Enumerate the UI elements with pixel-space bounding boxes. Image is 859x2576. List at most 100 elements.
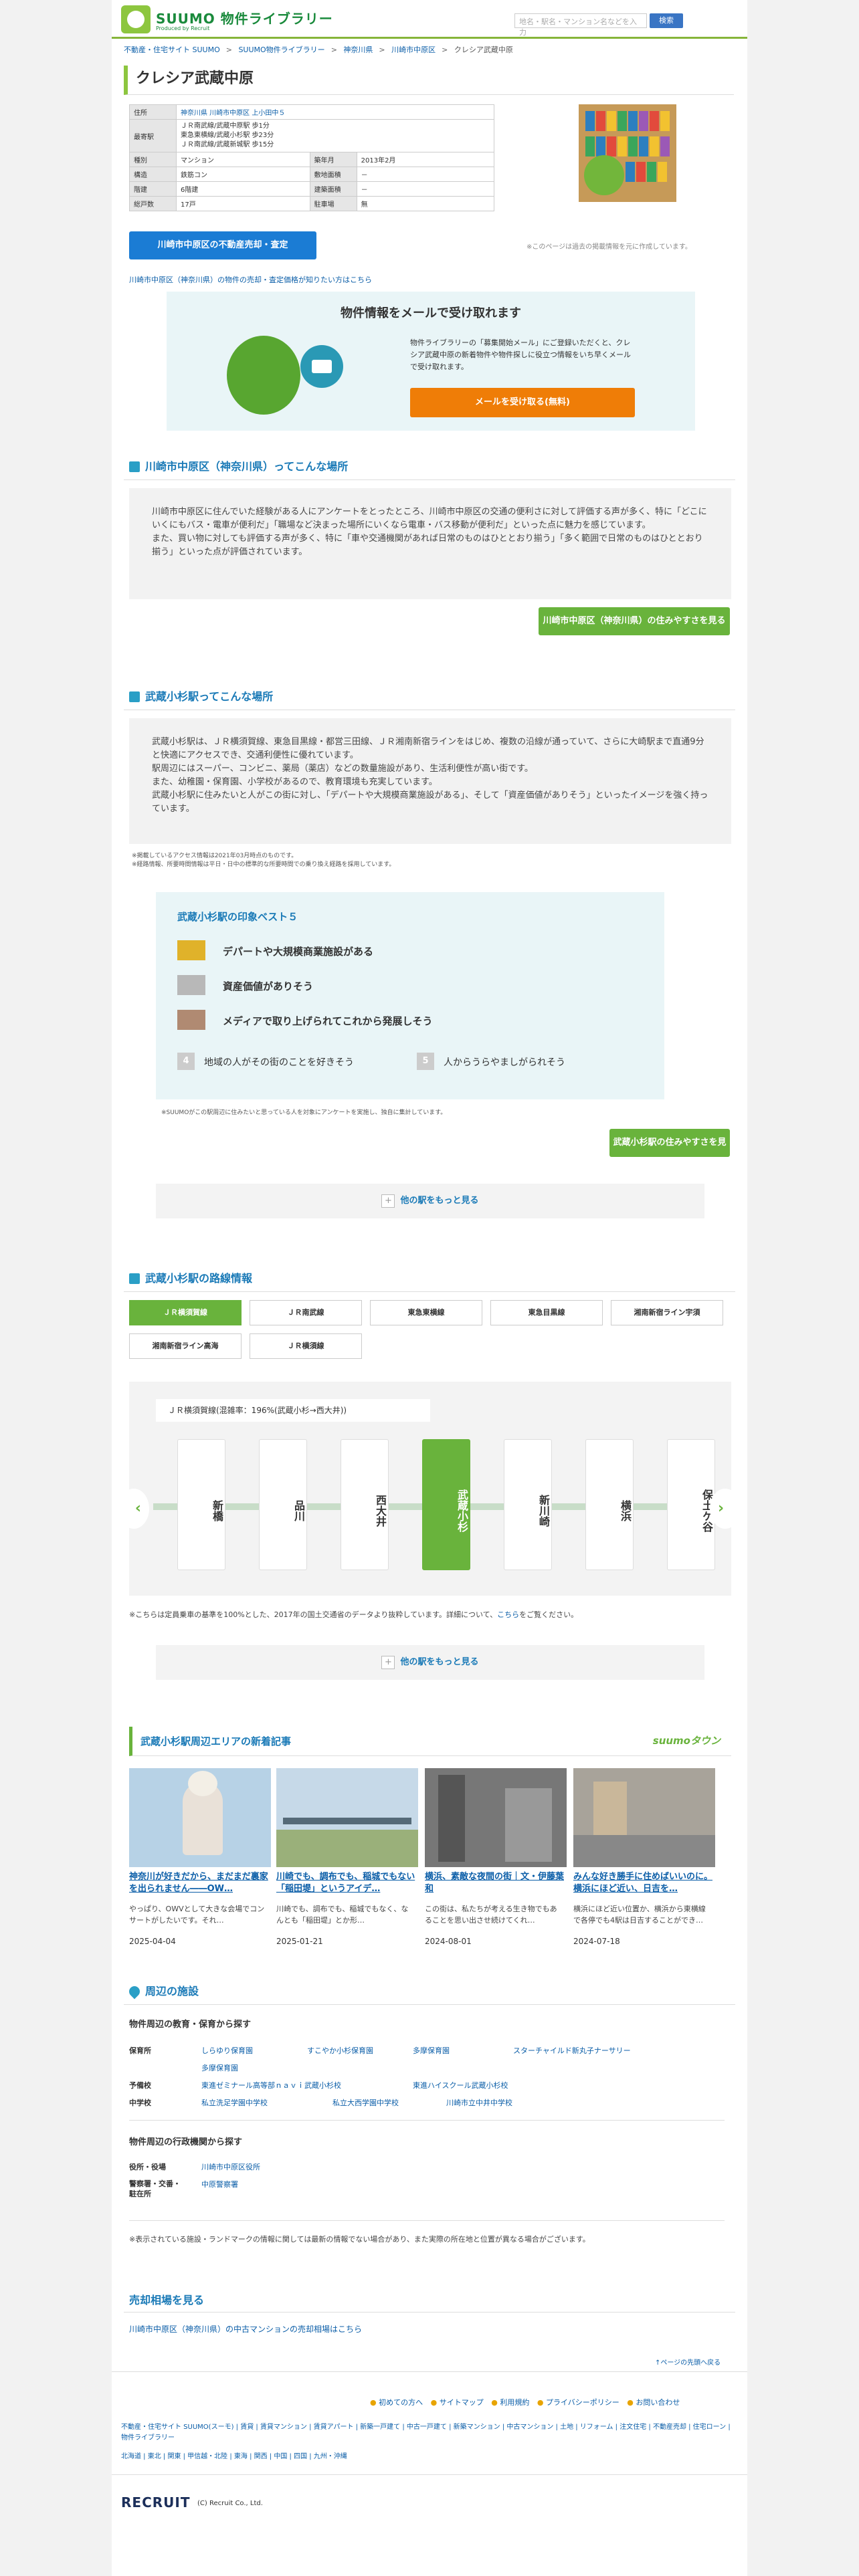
station-paragraph: 駅周辺にはスーパー、コンビニ、薬局（薬店）などの数量施設があり、生活利便性が高い… [152, 764, 533, 774]
breadcrumb-link[interactable]: 神奈川県 [343, 45, 373, 54]
footer-site-links[interactable]: 不動産・住宅サイト SUUMO(スーモ) | 賃貸 | 賃貸マンション | 賃貸… [121, 2422, 737, 2444]
train-icon [129, 691, 140, 702]
address-link[interactable]: 神奈川県 川崎市中原区 上小田中５ [181, 110, 285, 117]
sell-appraisal-button[interactable]: 川崎市中原区の不動産売却・査定 [129, 231, 316, 259]
site-logo-text[interactable]: SUUMO 物件ライブラリー [156, 8, 333, 27]
note-text: ※こちらは定員乗車の基準を100%とした、2017年の国土交通省のデータより抜粋… [129, 1610, 498, 1619]
rank-number: 4 [177, 1053, 195, 1070]
footer-nav-link[interactable]: 利用規約 [500, 2398, 529, 2407]
congestion-detail-link[interactable]: こちら [497, 1610, 519, 1619]
facility-link[interactable]: スターチャイルド新丸子ナーサリー [513, 2045, 631, 2056]
ranking-item: 地域の人がその街のことを好きそう [204, 1057, 354, 1068]
station-card[interactable]: 保土ケ谷 [667, 1439, 715, 1570]
mail-description: 物件ライブラリーの「募集開始メール」にご登録いただくと、クレシア武蔵中原の新着物… [410, 338, 631, 371]
section-title: 武蔵小杉駅の路線情報 [145, 1272, 253, 1285]
facility-link[interactable]: 東進ゼミナール高等部ｎａｖｉ武蔵小杉校 [201, 2080, 341, 2090]
ranking-item: メディアで取り上げられてこれから発展しそう [223, 1015, 433, 1027]
access-note: ※掲載しているアクセス情報は2021年03月時点のものです。 [132, 853, 298, 859]
footer-nav-link[interactable]: サイトマップ [440, 2398, 484, 2407]
bullet-icon: ● [491, 2398, 500, 2407]
recruit-logo[interactable]: RECRUIT [121, 2494, 190, 2510]
article-title-link[interactable]: 横浜、素敵な夜間の街｜文・伊藤葉和 [425, 1871, 564, 1895]
chevron-right-icon[interactable]: › [710, 1489, 741, 1529]
station-paragraph: 武蔵小杉駅は、ＪＲ横須賀線、東急目黒線・都営三田線、ＪＲ湘南新宿ラインをはじめ、… [152, 737, 704, 760]
lines-section-heading: 武蔵小杉駅の路線情報 [124, 1265, 735, 1292]
mail-subscribe-button[interactable]: メールを受け取る(無料) [410, 388, 635, 417]
station-paragraph: 武蔵小杉駅に住みたいと人がこの街に対し、「デパートや大規模商業施設がある」、そし… [152, 790, 708, 814]
facility-link[interactable]: しらゆり保育園 [201, 2045, 253, 2056]
station-card[interactable]: 西大井 [341, 1439, 389, 1570]
station-card[interactable]: 新川崎 [504, 1439, 552, 1570]
facility-link[interactable]: 東進ハイスクール武蔵小杉校 [413, 2080, 508, 2090]
chevron-left-icon[interactable]: ‹ [118, 1489, 149, 1529]
search-button[interactable]: 検索 [650, 13, 683, 28]
line-tab[interactable]: 東急東横線 [370, 1300, 482, 1325]
facility-link[interactable]: 多摩保育園 [201, 2062, 238, 2073]
facility-link[interactable]: 私立大西学園中学校 [332, 2097, 399, 2108]
info-label: 総戸数 [129, 196, 177, 211]
section-title: 周辺の施設 [145, 1985, 199, 1998]
note-text: をご覧ください。 [519, 1610, 579, 1619]
facility-link[interactable]: 多摩保育園 [413, 2045, 450, 2056]
station-card-active[interactable]: 武蔵小杉 [422, 1439, 470, 1570]
breadcrumb: 不動産・住宅サイト SUUMO > SUUMO物件ライブラリー > 神奈川県 > 川崎… [124, 45, 513, 54]
info-value: － [356, 181, 495, 197]
area-section-heading: 川崎市中原区（神奈川県）ってこんな場所 [124, 453, 735, 480]
facility-category: 予備校 [129, 2081, 151, 2090]
info-label: 構造 [129, 167, 177, 182]
facility-category: 役所・役場 [129, 2163, 166, 2171]
line-tab[interactable]: ＪＲ横須賀線 [129, 1300, 242, 1325]
station-card[interactable]: 新橋 [177, 1439, 225, 1570]
facility-link[interactable]: すこやか小杉保育園 [307, 2045, 373, 2056]
line-tab[interactable]: 湘南新宿ライン高海 [129, 1333, 242, 1359]
article-date: 2024-07-18 [573, 1937, 620, 1946]
search-input[interactable]: 地名・駅名・マンション名などを入力 [514, 13, 647, 37]
ranking-item: デパートや大規模商業施設がある [223, 946, 374, 958]
breadcrumb-link[interactable]: SUUMO物件ライブラリー [238, 45, 324, 54]
more-stations-button[interactable]: + 他の駅をもっと見る [156, 1184, 704, 1218]
info-value: マンション [176, 152, 310, 167]
breadcrumb-link[interactable]: 不動産・住宅サイト SUUMO [124, 45, 220, 54]
suumo-logo-icon[interactable] [121, 5, 151, 33]
article-thumbnail[interactable] [573, 1768, 715, 1867]
article-title-link[interactable]: 川崎でも、調布でも、稲城でもない「稲田堤」というアイデ… [276, 1871, 415, 1895]
article-title-link[interactable]: 神奈川が好きだから、まだまだ裏家を出られません――OW… [129, 1871, 268, 1895]
bullet-icon: ● [627, 2398, 636, 2407]
sales-market-link[interactable]: 川崎市中原区（神奈川県）の中古マンションの売却相場はこちら [129, 2323, 362, 2335]
section-title: 武蔵小杉駅ってこんな場所 [145, 690, 274, 703]
line-tab[interactable]: ＪＲ横須線 [250, 1333, 362, 1359]
footer-nav-link[interactable]: お問い合わせ [636, 2398, 680, 2407]
price-info-link[interactable]: 川崎市中原区（神奈川県）の物件の売却・査定価格が知りたい方はこちら [129, 274, 372, 285]
footer-nav-link[interactable]: プライバシーポリシー [546, 2398, 619, 2407]
article-thumbnail[interactable] [425, 1768, 567, 1867]
station-card[interactable]: 品川 [259, 1439, 307, 1570]
info-label: 駐車場 [309, 196, 357, 211]
article-thumbnail[interactable] [276, 1768, 418, 1867]
suumo-character-icon [584, 155, 624, 195]
suumo-town-logo[interactable]: suumoタウン [638, 1733, 721, 1752]
line-tab[interactable]: 湘南新宿ライン宇須 [611, 1300, 723, 1325]
line-tab[interactable]: 東急目黒線 [490, 1300, 603, 1325]
more-stations-button[interactable]: + 他の駅をもっと見る [156, 1645, 704, 1680]
info-label: 住所 [129, 104, 177, 120]
station-card[interactable]: 横浜 [585, 1439, 634, 1570]
mail-title: 物件情報をメールで受け取れます [341, 306, 521, 320]
page-title: クレシア武蔵中原 [124, 66, 734, 95]
info-label: 種別 [129, 152, 177, 167]
info-value: － [356, 167, 495, 182]
area-description-box: 川崎市中原区に住んでいた経験がある人にアンケートをとったところ、川崎市中原区の交… [129, 488, 731, 599]
article-thumbnail[interactable] [129, 1768, 271, 1867]
article-title-link[interactable]: みんな好き勝手に住めばいいのに。横浜にほど近い、日吉を… [573, 1871, 712, 1895]
footer-region-links[interactable]: 北海道 | 東北 | 関東 | 甲信越・北陸 | 東海 | 関西 | 中国 | … [121, 2452, 737, 2462]
facility-link[interactable]: 中原警察署 [201, 2179, 238, 2189]
area-livability-button[interactable]: 川崎市中原区（神奈川県）の住みやすさを見る [539, 607, 730, 635]
breadcrumb-link[interactable]: 川崎市中原区 [391, 45, 436, 54]
footer-nav-link[interactable]: 初めての方へ [379, 2398, 423, 2407]
station-livability-button[interactable]: 武蔵小杉駅の住みやすさを見る [609, 1129, 730, 1176]
site-header: SUUMO 物件ライブラリー Produced by Recruit 地名・駅名… [112, 0, 747, 39]
facility-link[interactable]: 私立洗足学園中学校 [201, 2097, 268, 2108]
line-tab[interactable]: ＪＲ南武線 [250, 1300, 362, 1325]
facility-link[interactable]: 川崎市中原区役所 [201, 2161, 260, 2172]
page-top-link[interactable]: ↑ページの先頭へ戻る [655, 2357, 721, 2367]
facility-link[interactable]: 川崎市立中井中学校 [446, 2097, 512, 2108]
